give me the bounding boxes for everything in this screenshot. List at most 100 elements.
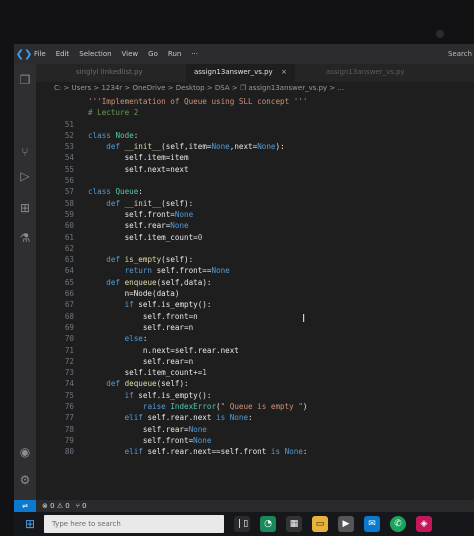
code-token: (self): xyxy=(161,255,194,265)
code-line[interactable]: 60 self.rear=None xyxy=(36,220,474,231)
line-number: 73 xyxy=(64,368,74,378)
breadcrumb[interactable]: C: > Users > 1234r > OneDrive > Desktop … xyxy=(54,84,344,92)
code-line[interactable]: 76 raise IndexError(" Queue is empty ") xyxy=(36,401,474,412)
code-line[interactable]: 71 n.next=self.rear.next xyxy=(36,345,474,356)
whatsapp-icon[interactable]: ✆ xyxy=(390,516,406,532)
remote-indicator-icon[interactable]: ⇌ xyxy=(14,500,36,512)
settings-gear-icon[interactable]: ⚙ xyxy=(17,472,33,488)
code-token: 0 xyxy=(197,232,203,242)
menu-file[interactable]: File xyxy=(34,50,46,58)
line-number: 54 xyxy=(64,153,74,163)
code-token: None xyxy=(229,413,249,423)
code-line[interactable]: 67 if self.is_empty(): xyxy=(36,299,474,310)
testing-flask-icon[interactable]: ⚗ xyxy=(17,230,33,246)
code-line[interactable]: # Lecture 2 xyxy=(36,107,474,118)
code-line[interactable]: 69 self.rear=n xyxy=(36,322,474,333)
line-number: 80 xyxy=(64,447,74,457)
code-line[interactable]: 54 self.item=item xyxy=(36,152,474,163)
tab-inactive-left[interactable]: singlyl linkedlist.py xyxy=(76,68,143,76)
code-token: # Lecture 2 xyxy=(88,108,139,118)
code-token: 1 xyxy=(202,368,207,378)
code-line[interactable]: 68 self.front=n xyxy=(36,311,474,322)
task-view-icon[interactable]: ❘▯ xyxy=(234,516,250,532)
code-line[interactable]: 64 return self.front==None xyxy=(36,265,474,276)
menu-bar: ❮❯ File Edit Selection View Go Run ··· S… xyxy=(14,44,474,64)
code-line[interactable]: 75 if self.is_empty(): xyxy=(36,390,474,401)
code-line[interactable]: 80 elif self.rear.next==self.front is No… xyxy=(36,446,474,457)
menu-go[interactable]: Go xyxy=(148,50,158,58)
code-line[interactable]: 63 def is_empty(self): xyxy=(36,254,474,265)
explorer-icon[interactable]: ❐ xyxy=(17,72,33,88)
source-control-icon[interactable]: ⑂ xyxy=(17,144,33,160)
run-debug-icon[interactable]: ▷ xyxy=(17,168,33,184)
code-line[interactable]: 52 class Node: xyxy=(36,130,474,141)
code-token: None xyxy=(257,142,276,152)
edge-browser-icon[interactable]: ◔ xyxy=(260,516,276,532)
code-line[interactable]: 58 def __init__(self): xyxy=(36,198,474,209)
tab-inactive-right[interactable]: assign13answer_vs.py xyxy=(326,68,405,76)
code-token: self.rear= xyxy=(88,221,171,231)
command-search[interactable]: Search xyxy=(448,50,472,58)
menu-more[interactable]: ··· xyxy=(191,50,198,58)
code-line[interactable]: 56 xyxy=(36,175,474,186)
code-line[interactable]: 77 elif self.rear.next is None: xyxy=(36,412,474,423)
code-line[interactable]: 79 self.front=None xyxy=(36,435,474,446)
media-icon[interactable]: ▶ xyxy=(338,516,354,532)
code-line[interactable]: 62 xyxy=(36,243,474,254)
code-line[interactable]: 78 self.rear=None xyxy=(36,424,474,435)
line-number: 52 xyxy=(64,130,74,140)
menu-view[interactable]: View xyxy=(122,50,139,58)
code-token: elif xyxy=(124,447,148,457)
code-line[interactable]: 65 def enqueue(self,data): xyxy=(36,277,474,288)
menu-selection[interactable]: Selection xyxy=(79,50,111,58)
code-token: self.is_empty(): xyxy=(138,300,212,310)
problems-indicator[interactable]: ⊗ 0 ⚠ 0 xyxy=(42,502,70,510)
code-token: raise xyxy=(142,402,171,412)
code-token: (self,data): xyxy=(156,277,212,287)
code-token: n.next=self.rear.next xyxy=(88,345,239,355)
code-line[interactable]: 59 self.front=None xyxy=(36,209,474,220)
vscode-window: ❮❯ File Edit Selection View Go Run ··· S… xyxy=(14,44,474,536)
code-token: : xyxy=(302,447,308,457)
code-line[interactable]: 57 class Queue: xyxy=(36,186,474,197)
tab-close-icon[interactable]: × xyxy=(281,68,287,76)
code-token: ): xyxy=(275,142,285,152)
code-token: if xyxy=(124,390,139,400)
app-icon[interactable]: ◈ xyxy=(416,516,432,532)
code-line[interactable]: 53 def __init__(self,item=None,next=None… xyxy=(36,141,474,152)
code-line[interactable]: 51 xyxy=(36,119,474,130)
store-icon[interactable]: ▦ xyxy=(286,516,302,532)
code-line[interactable]: '''Implementation of Queue using SLL con… xyxy=(36,96,474,107)
webcam xyxy=(436,30,444,38)
line-number: 72 xyxy=(64,356,74,366)
extensions-icon[interactable]: ⊞ xyxy=(17,200,33,216)
file-explorer-icon[interactable]: ▭ xyxy=(312,516,328,532)
code-token: None xyxy=(284,447,303,457)
code-line[interactable]: 61 self.item_count=0 xyxy=(36,232,474,243)
taskbar-search-input[interactable]: Type here to search xyxy=(44,515,224,533)
line-number: 67 xyxy=(64,300,74,310)
code-line[interactable]: 55 self.next=next xyxy=(36,164,474,175)
tab-active[interactable]: assign13answer_vs.py × xyxy=(186,64,295,82)
menu-run[interactable]: Run xyxy=(168,50,181,58)
windows-start-icon[interactable]: ⊞ xyxy=(20,514,40,534)
menu-edit[interactable]: Edit xyxy=(56,50,70,58)
line-number: 55 xyxy=(64,164,74,174)
code-line[interactable]: 70 else: xyxy=(36,333,474,344)
code-token: '''Implementation of Queue using SLL con… xyxy=(88,97,308,106)
accounts-icon[interactable]: ◉ xyxy=(17,444,33,460)
code-line[interactable]: 66 n=Node(data) xyxy=(36,288,474,299)
mail-icon[interactable]: ✉ xyxy=(364,516,380,532)
code-line[interactable]: 73 self.item_count+=1 xyxy=(36,367,474,378)
code-line[interactable]: 72 self.rear=n xyxy=(36,356,474,367)
code-line[interactable]: 74 def dequeue(self): xyxy=(36,378,474,389)
line-number: 51 xyxy=(64,119,74,129)
ports-indicator[interactable]: ⑂ 0 xyxy=(76,502,87,510)
line-number: 71 xyxy=(64,345,74,355)
code-editor[interactable]: '''Implementation of Queue using SLL con… xyxy=(36,96,474,458)
